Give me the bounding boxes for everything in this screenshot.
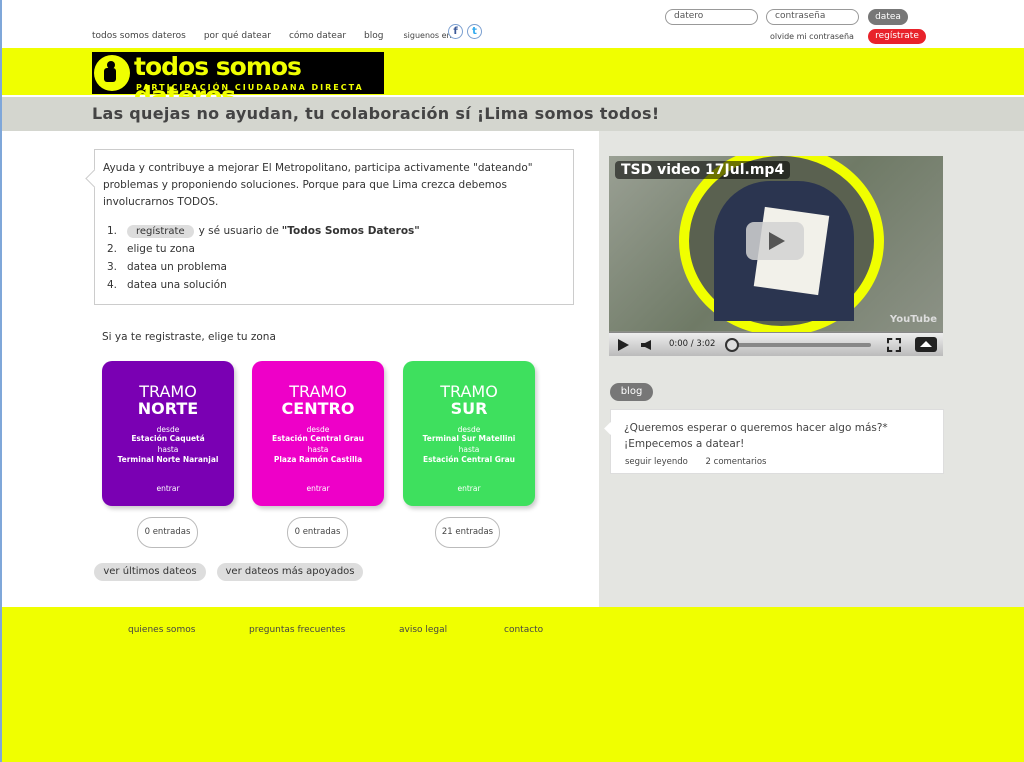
blog-post-box: ¿Queremos esperar o queremos hacer algo … <box>610 409 944 474</box>
blog-post-text[interactable]: ¿Queremos esperar o queremos hacer algo … <box>624 420 888 452</box>
logo[interactable]: todos somos dateros PARTICIPACIÓN CIUDAD… <box>92 52 384 110</box>
volume-icon[interactable] <box>641 340 651 350</box>
step-number: 1. <box>107 225 118 237</box>
step-text: datea un problema <box>127 261 227 273</box>
top-bar: todos somos dateros por qué datear cómo … <box>2 0 1024 48</box>
twitter-icon[interactable]: t <box>467 24 482 39</box>
tramo-centro-card[interactable]: TRAMO CENTRO desde Estación Central Grau… <box>252 361 384 506</box>
tramo-sur-card[interactable]: TRAMO SUR desde Terminal Sur Matellini h… <box>403 361 535 506</box>
tramo-to: Plaza Ramón Castilla <box>273 455 363 464</box>
register-pill-button[interactable]: regístrate <box>127 224 194 238</box>
page: todos somos dateros por qué datear cómo … <box>0 0 1024 762</box>
main-nav: todos somos dateros por qué datear cómo … <box>92 31 456 41</box>
hasta-label: hasta <box>307 445 329 454</box>
comments-link[interactable]: 2 comentarios <box>706 457 767 467</box>
tagline-bar: Las quejas no ayudan, tu colaboración sí… <box>2 97 1024 131</box>
tramo-to: Estación Central Grau <box>422 455 516 464</box>
step-2: 2. elige tu zona <box>107 240 420 258</box>
intro-box: Ayuda y contribuye a mejorar El Metropol… <box>94 149 574 305</box>
login-button[interactable]: datea <box>868 9 908 25</box>
fullscreen-icon[interactable] <box>887 338 901 352</box>
step-4: 4. datea una solución <box>107 276 420 294</box>
tramo-from: Terminal Sur Matellini <box>422 434 516 443</box>
desde-label: desde <box>457 425 481 434</box>
tagline: Las quejas no ayudan, tu colaboración sí… <box>92 104 660 123</box>
footer: quienes somos preguntas frecuentes aviso… <box>2 607 1024 762</box>
entries-count-norte[interactable]: 0 entradas <box>137 517 198 548</box>
progress-track[interactable] <box>727 343 871 347</box>
video-title: TSD video 17Jul.mp4 <box>615 161 791 179</box>
step-number: 2. <box>107 243 118 255</box>
step-1: 1. regístrate y sé usuario de "Todos Som… <box>107 222 420 240</box>
walker-figure <box>104 68 116 82</box>
play-overlay-icon[interactable] <box>746 222 804 260</box>
step-text: datea una solución <box>127 279 227 291</box>
blog-links: seguir leyendo 2 comentarios <box>625 457 781 467</box>
footer-link-preguntas-frecuentes[interactable]: preguntas frecuentes <box>249 625 345 635</box>
tramo-name: NORTE <box>137 399 199 418</box>
desde-label: desde <box>306 425 330 434</box>
nav-item-blog[interactable]: blog <box>364 31 383 41</box>
entries-count-centro[interactable]: 0 entradas <box>287 517 348 548</box>
footer-link-contacto[interactable]: contacto <box>504 625 543 635</box>
password-input[interactable]: contraseña <box>766 9 859 25</box>
tramo-from: Estación Caquetá <box>131 434 205 443</box>
tramo-to: Terminal Norte Naranjal <box>117 455 219 464</box>
desde-label: desde <box>156 425 180 434</box>
blog-line-2[interactable]: ¡Empecemos a datear! <box>624 436 888 452</box>
forgot-password-link[interactable]: olvide mi contraseña <box>770 32 854 41</box>
enter-link[interactable]: entrar <box>252 484 384 493</box>
most-supported-button[interactable]: ver dateos más apoyados <box>217 563 363 581</box>
latest-dateos-button[interactable]: ver últimos dateos <box>94 563 206 581</box>
tramo-norte-card[interactable]: TRAMO NORTE desde Estación Caquetá hasta… <box>102 361 234 506</box>
entries-count-sur[interactable]: 21 entradas <box>435 517 500 548</box>
intro-text: Ayuda y contribuye a mejorar El Metropol… <box>103 162 533 208</box>
follow-label: siguenos en <box>403 31 452 40</box>
video-time: 0:00 / 3:02 <box>669 339 716 349</box>
step-text: elige tu zona <box>127 243 195 255</box>
facebook-icon[interactable]: f <box>448 24 463 39</box>
logo-subtitle: PARTICIPACIÓN CIUDADANA DIRECTA <box>136 83 364 92</box>
tramo-from: Estación Central Grau <box>271 434 365 443</box>
nav-item-como-datear[interactable]: cómo datear <box>289 31 346 41</box>
nav-item-todos-somos-dateros[interactable]: todos somos dateros <box>92 31 186 41</box>
play-icon[interactable] <box>618 339 629 351</box>
step-text: y sé usuario de <box>198 225 279 237</box>
steps-list: 1. regístrate y sé usuario de "Todos Som… <box>107 222 420 294</box>
video-controls: 0:00 / 3:02 <box>609 332 943 356</box>
site-name: "Todos Somos Dateros" <box>281 225 420 237</box>
blog-tag[interactable]: blog <box>610 383 653 401</box>
register-button[interactable]: regístrate <box>868 29 926 44</box>
step-3: 3. datea un problema <box>107 258 420 276</box>
tramo-name: SUR <box>450 399 488 418</box>
tramo-name: CENTRO <box>281 399 355 418</box>
brand-header: todos somos dateros PARTICIPACIÓN CIUDAD… <box>2 48 1024 110</box>
video-player[interactable]: TSD video 17Jul.mp4 YouTube 0:00 / 3:02 <box>609 156 943 356</box>
nav-item-por-que-datear[interactable]: por qué datear <box>204 31 271 41</box>
hasta-label: hasta <box>458 445 480 454</box>
enter-link[interactable]: entrar <box>102 484 234 493</box>
zone-label: Si ya te registraste, elige tu zona <box>102 331 276 343</box>
read-more-link[interactable]: seguir leyendo <box>625 457 688 467</box>
progress-handle[interactable] <box>725 338 739 352</box>
step-number: 3. <box>107 261 118 273</box>
blog-line-1[interactable]: ¿Queremos esperar o queremos hacer algo … <box>624 420 888 436</box>
footer-link-aviso-legal[interactable]: aviso legal <box>399 625 447 635</box>
enter-link[interactable]: entrar <box>403 484 535 493</box>
expand-icon[interactable] <box>915 337 937 352</box>
youtube-logo[interactable]: YouTube <box>890 314 937 325</box>
username-input[interactable]: datero <box>665 9 758 25</box>
footer-link-quienes-somos[interactable]: quienes somos <box>128 625 195 635</box>
hasta-label: hasta <box>157 445 179 454</box>
step-number: 4. <box>107 279 118 291</box>
